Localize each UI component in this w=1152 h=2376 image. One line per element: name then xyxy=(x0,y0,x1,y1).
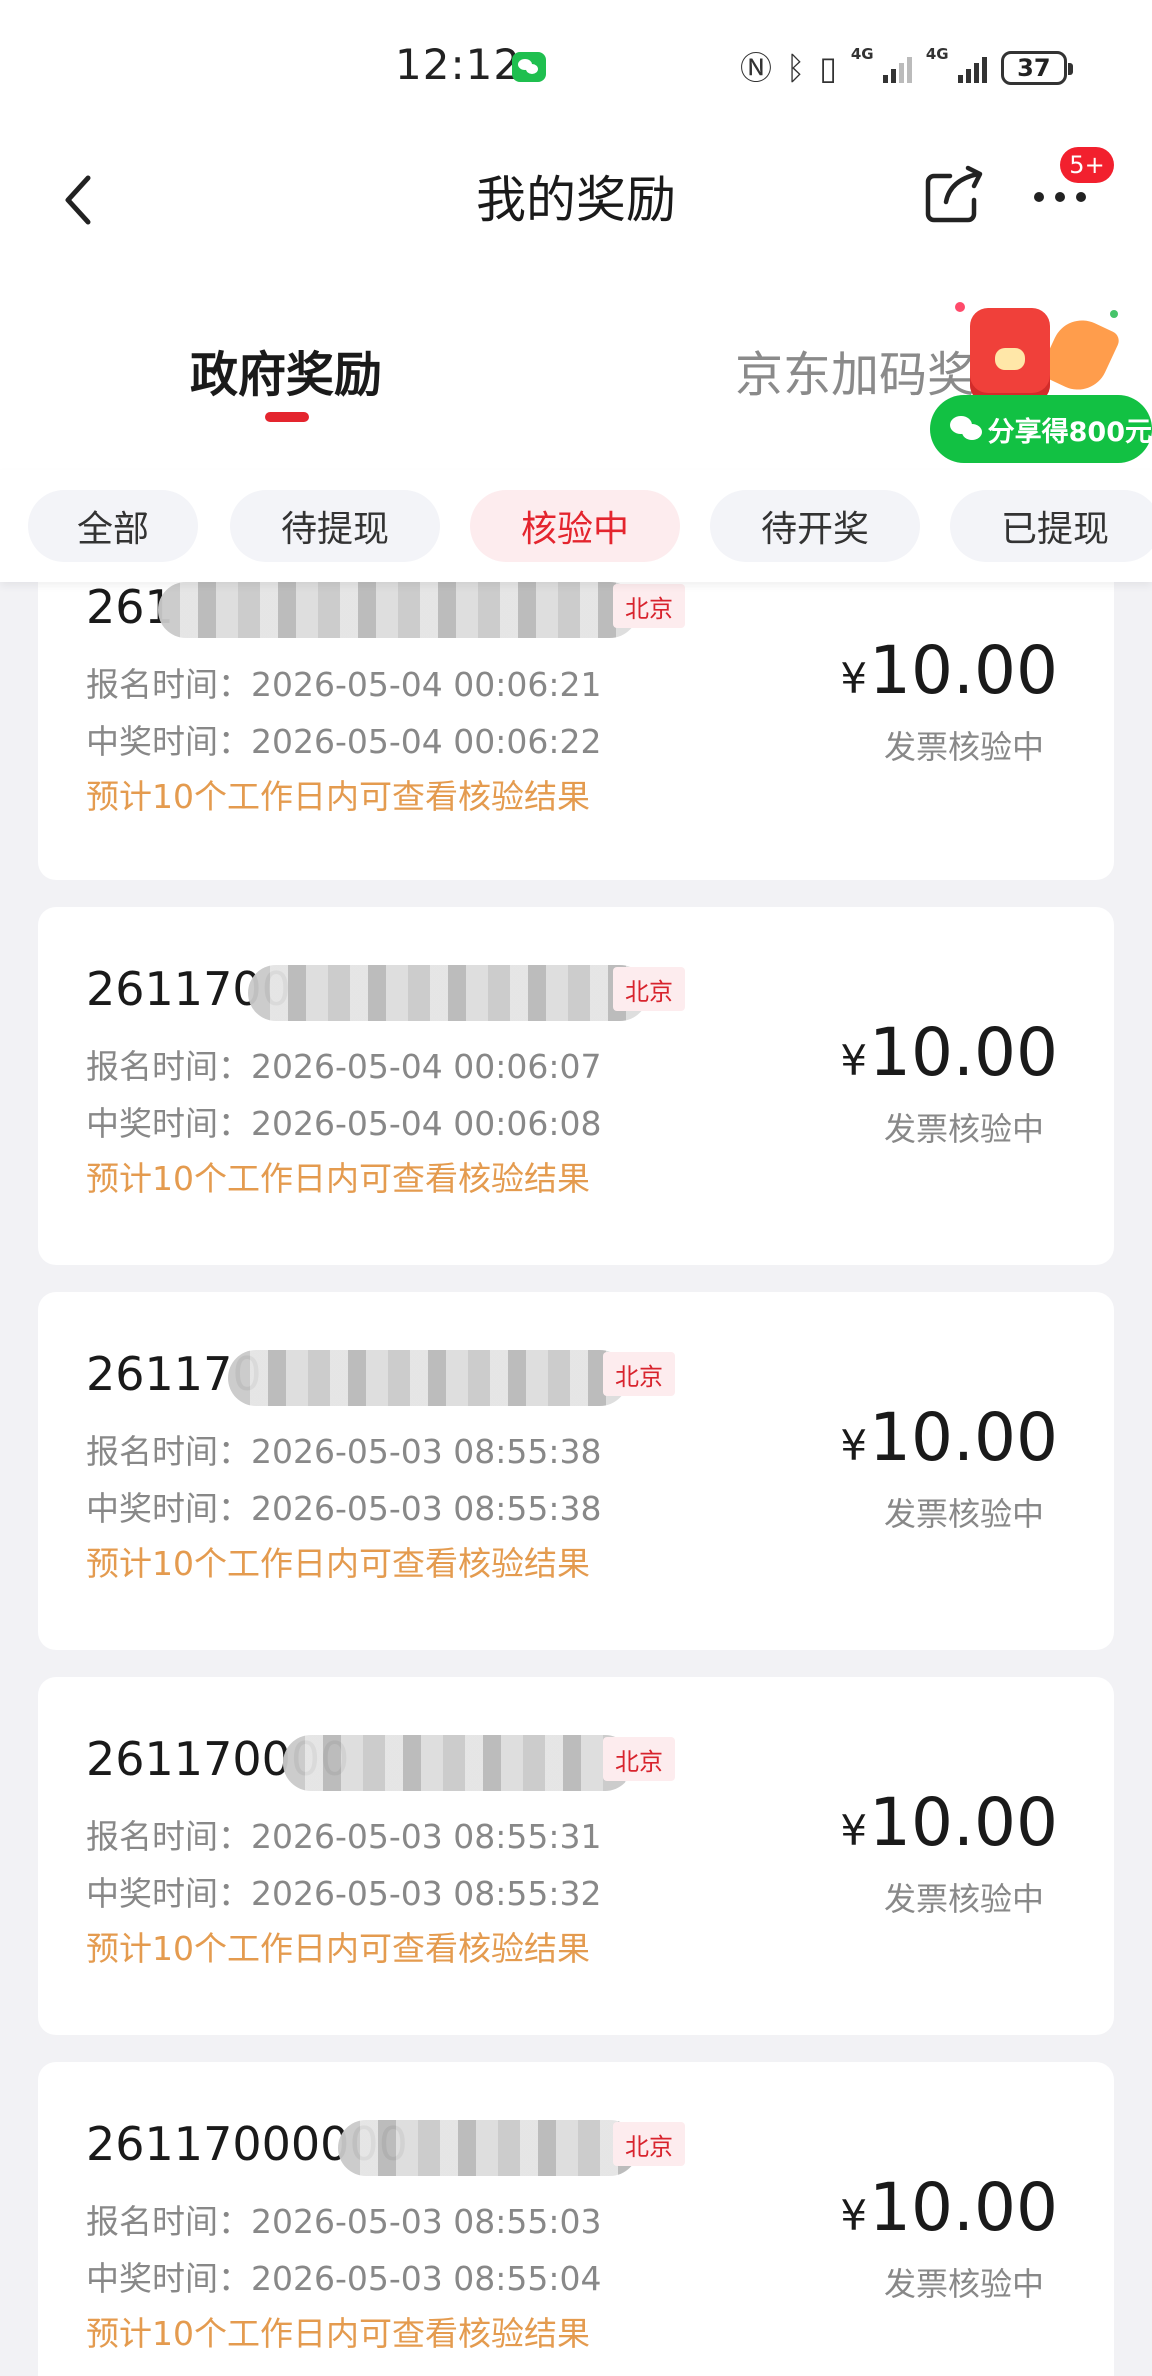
promo-decoration xyxy=(1038,310,1122,400)
redacted-mask xyxy=(338,2120,638,2176)
wechat-icon xyxy=(950,414,982,444)
reward-card[interactable]: 261170000 北京 报名时间：2026-05-03 08:55:31 中奖… xyxy=(38,1677,1114,2035)
city-tag: 北京 xyxy=(613,967,685,1011)
reward-amount: ¥10.00 xyxy=(840,632,1058,709)
win-time: 中奖时间：2026-05-03 08:55:04 xyxy=(86,2259,602,2298)
city-tag: 北京 xyxy=(603,1737,675,1781)
verify-note: 预计10个工作日内可查看核验结果 xyxy=(86,777,590,816)
battery-level: 37 xyxy=(1017,54,1051,82)
signal-1-icon: 4G xyxy=(851,45,912,83)
win-time: 中奖时间：2026-05-03 08:55:38 xyxy=(86,1489,602,1528)
win-time: 中奖时间：2026-05-03 08:55:32 xyxy=(86,1874,602,1913)
win-time: 中奖时间：2026-05-04 00:06:08 xyxy=(86,1104,602,1143)
redacted-mask xyxy=(248,965,648,1021)
signup-time: 报名时间：2026-05-03 08:55:03 xyxy=(86,2202,602,2241)
tab-government-reward[interactable]: 政府奖励 xyxy=(190,335,382,405)
city-tag: 北京 xyxy=(613,2122,685,2166)
reward-amount: ¥10.00 xyxy=(840,1784,1058,1861)
share-promo[interactable]: 分享得800元 xyxy=(930,300,1152,470)
verify-note: 预计10个工作日内可查看核验结果 xyxy=(86,1544,590,1583)
status-icons: Ⓝ ᛒ ▯ 4G 4G 37 xyxy=(740,45,1073,88)
status-bar: 12:12 Ⓝ ᛒ ▯ 4G 4G 37 xyxy=(0,0,1152,130)
reward-amount: ¥10.00 xyxy=(840,2169,1058,2246)
invoice-status: 发票核验中 xyxy=(883,1880,1044,1918)
redacted-mask xyxy=(228,1350,628,1406)
sparkle-icon xyxy=(1110,310,1118,318)
win-time: 中奖时间：2026-05-04 00:06:22 xyxy=(86,722,602,761)
invoice-status: 发票核验中 xyxy=(883,1495,1044,1533)
invoice-status: 发票核验中 xyxy=(883,728,1044,766)
invoice-status: 发票核验中 xyxy=(883,1110,1044,1148)
sparkle-icon xyxy=(955,302,965,312)
reward-amount: ¥10.00 xyxy=(840,1399,1058,1476)
signup-time: 报名时间：2026-05-04 00:06:21 xyxy=(86,665,602,704)
reward-card[interactable]: 26117000000 北京 报名时间：2026-05-03 08:55:03 … xyxy=(38,2062,1114,2376)
verify-note: 预计10个工作日内可查看核验结果 xyxy=(86,1159,590,1198)
reward-amount: ¥10.00 xyxy=(840,1014,1058,1091)
status-time: 12:12 xyxy=(395,40,522,89)
filter-pending-draw[interactable]: 待开奖 xyxy=(710,490,920,562)
main-tabs: 政府奖励 京东加码奖励 分享得800元 xyxy=(0,260,1152,470)
red-envelope-icon xyxy=(970,308,1050,403)
city-tag: 北京 xyxy=(603,1352,675,1396)
filter-all[interactable]: 全部 xyxy=(28,490,198,562)
notification-badge: 5+ xyxy=(1060,147,1114,183)
redacted-mask xyxy=(283,1735,633,1791)
signal-2-icon: 4G xyxy=(926,45,987,83)
signup-time: 报名时间：2026-05-03 08:55:31 xyxy=(86,1817,602,1856)
verify-note: 预计10个工作日内可查看核验结果 xyxy=(86,1929,590,1968)
wechat-notification-icon xyxy=(512,52,546,82)
active-tab-indicator xyxy=(265,412,309,422)
reward-card[interactable]: 2611700 北京 报名时间：2026-05-04 00:06:07 中奖时间… xyxy=(38,907,1114,1265)
signup-time: 报名时间：2026-05-04 00:06:07 xyxy=(86,1047,602,1086)
reward-card[interactable]: 261 北京 报名时间：2026-05-04 00:06:21 中奖时间：202… xyxy=(38,570,1114,880)
filter-pending-withdraw[interactable]: 待提现 xyxy=(230,490,440,562)
verify-note: 预计10个工作日内可查看核验结果 xyxy=(86,2314,590,2353)
city-tag: 北京 xyxy=(613,584,685,628)
share-promo-button[interactable]: 分享得800元 xyxy=(930,395,1152,463)
reward-card[interactable]: 261170 北京 报名时间：2026-05-03 08:55:38 中奖时间：… xyxy=(38,1292,1114,1650)
share-promo-label: 分享得800元 xyxy=(987,416,1152,448)
battery-icon: 37 xyxy=(1000,51,1073,85)
filter-verifying[interactable]: 核验中 xyxy=(470,490,680,562)
nav-header: 我的奖励 5+ xyxy=(0,130,1152,260)
invoice-status: 发票核验中 xyxy=(883,2265,1044,2303)
vibrate-icon: ▯ xyxy=(819,49,837,87)
filter-withdrawn[interactable]: 已提现 xyxy=(950,490,1152,562)
nfc-icon: Ⓝ xyxy=(740,49,773,87)
signup-time: 报名时间：2026-05-03 08:55:38 xyxy=(86,1432,602,1471)
share-icon[interactable] xyxy=(920,160,990,230)
filter-bar: 全部 待提现 核验中 待开奖 已提现 xyxy=(0,470,1152,582)
bluetooth-icon: ᛒ xyxy=(786,49,806,87)
redacted-mask xyxy=(158,582,638,638)
more-icon[interactable] xyxy=(1030,180,1090,210)
